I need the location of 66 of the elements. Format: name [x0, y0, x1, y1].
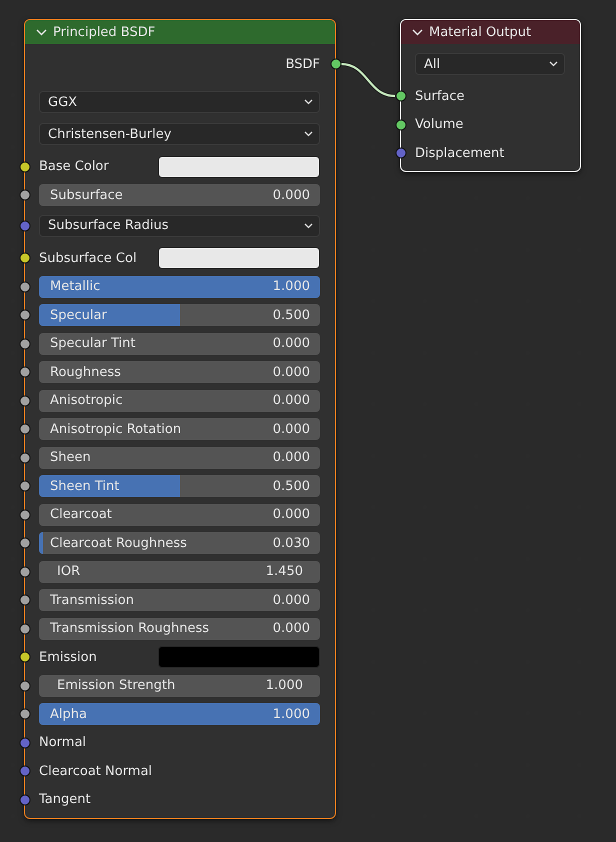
slider[interactable]: Anisotropic 0.000	[39, 390, 320, 412]
socket[interactable]	[19, 652, 30, 663]
socket[interactable]	[19, 680, 30, 692]
socket[interactable]	[19, 424, 30, 435]
socket[interactable]	[19, 338, 30, 350]
socket-label: Surface	[415, 88, 465, 104]
socket-label: Base Color	[39, 159, 109, 174]
socket-label: Normal	[39, 735, 86, 750]
caret-icon	[304, 222, 313, 228]
socket[interactable]	[19, 161, 30, 172]
slider[interactable]: Clearcoat 0.000	[39, 504, 320, 526]
slider[interactable]: Metallic 1.000	[39, 276, 320, 298]
socket-label: Tangent	[39, 792, 91, 808]
socket[interactable]	[19, 452, 30, 464]
socket[interactable]	[19, 566, 30, 578]
caret-icon	[304, 99, 313, 105]
slider[interactable]: Specular Tint 0.000	[39, 332, 320, 355]
node-link[interactable]	[340, 62, 396, 98]
socket[interactable]	[19, 395, 30, 406]
slider[interactable]: Alpha 1.000	[39, 703, 320, 726]
socket[interactable]	[19, 190, 30, 201]
socket[interactable]	[330, 58, 341, 70]
socket-label: Displacement	[415, 146, 504, 160]
socket[interactable]	[19, 281, 30, 292]
socket[interactable]	[19, 509, 30, 520]
dropdown[interactable]: Christensen-Burley	[39, 123, 320, 145]
socket[interactable]	[19, 594, 30, 606]
socket-label: Subsurface Col	[39, 250, 137, 266]
color-field[interactable]	[158, 156, 320, 178]
dropdown[interactable]: GGX	[39, 91, 320, 113]
slider[interactable]: Sheen 0.000	[39, 446, 320, 469]
socket[interactable]	[19, 623, 30, 634]
socket-label: Volume	[415, 117, 464, 132]
slider[interactable]: Subsurface 0.000	[39, 184, 320, 206]
socket[interactable]	[395, 119, 406, 130]
dropdown[interactable]: Subsurface Radius	[39, 214, 320, 236]
caret-icon	[549, 61, 558, 67]
slider[interactable]: Sheen Tint 0.500	[39, 475, 320, 498]
socket-label: Clearcoat Normal	[39, 764, 152, 779]
slider[interactable]: Clearcoat Roughness 0.030	[39, 532, 320, 554]
slider[interactable]: Anisotropic Rotation 0.000	[39, 418, 320, 440]
node-title: Material Output	[429, 24, 532, 40]
caret-icon	[304, 131, 313, 137]
socket[interactable]	[19, 708, 30, 720]
socket[interactable]	[19, 366, 30, 378]
node-header[interactable]: Material Output	[401, 20, 580, 44]
socket[interactable]	[19, 252, 30, 264]
socket[interactable]	[19, 538, 30, 549]
socket[interactable]	[19, 310, 30, 321]
chevron-icon[interactable]	[412, 28, 423, 36]
number-field[interactable]: Emission Strength 1.000	[39, 674, 320, 697]
socket[interactable]	[19, 480, 30, 492]
color-field[interactable]	[158, 247, 320, 270]
socket-label: BSDF	[286, 56, 320, 72]
node-header[interactable]: Principled BSDF	[25, 20, 335, 44]
node-title: Principled BSDF	[53, 24, 156, 40]
slider[interactable]: Transmission Roughness 0.000	[39, 618, 320, 640]
slider[interactable]: Roughness 0.000	[39, 361, 320, 384]
chevron-icon[interactable]	[36, 28, 47, 36]
socket-label: Emission	[39, 650, 97, 665]
slider[interactable]: Transmission 0.000	[39, 589, 320, 612]
dropdown[interactable]: All	[415, 53, 565, 75]
color-field[interactable]	[158, 646, 320, 668]
number-field[interactable]: IOR 1.450	[39, 560, 320, 583]
slider[interactable]: Specular 0.500	[39, 304, 320, 326]
socket[interactable]	[395, 90, 406, 102]
